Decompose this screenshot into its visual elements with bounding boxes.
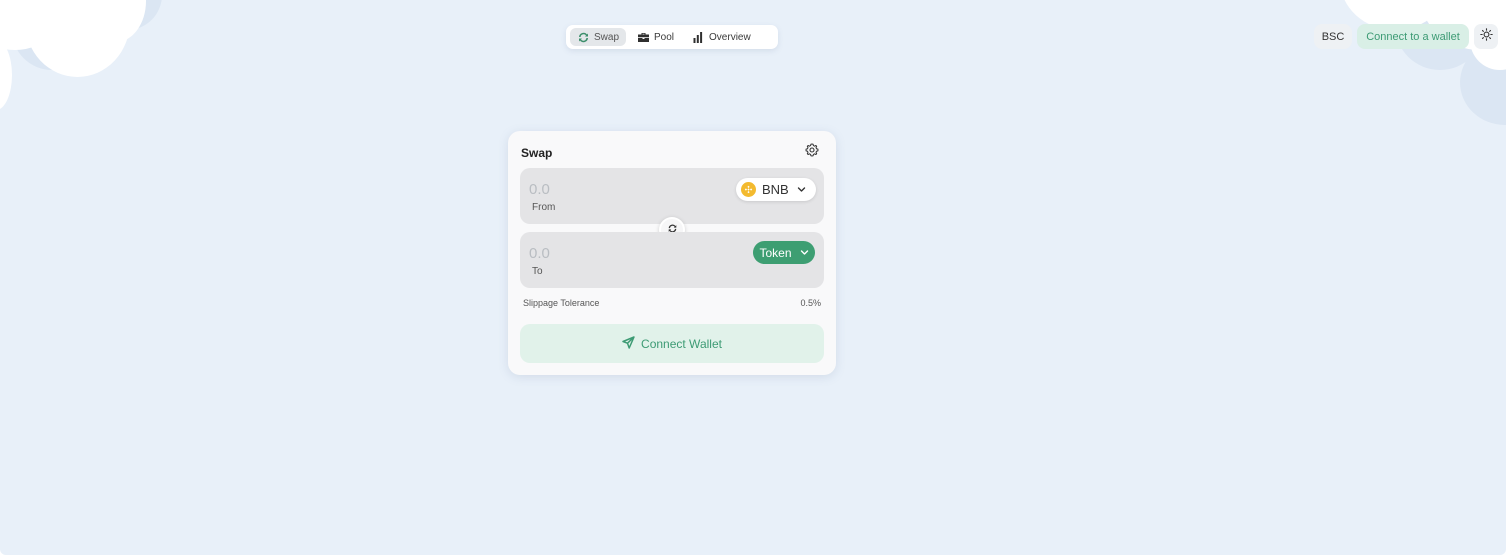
- sun-icon: [1479, 27, 1493, 46]
- settings-button[interactable]: [805, 143, 819, 162]
- from-token-symbol: BNB: [762, 182, 789, 197]
- nav-tab-swap[interactable]: Swap: [570, 28, 627, 46]
- nav-tab-overview[interactable]: Overview: [685, 28, 758, 46]
- nav-tab-pool[interactable]: Pool: [630, 28, 681, 46]
- to-token-label: Token: [759, 245, 792, 260]
- nav-tab-label: Overview: [709, 31, 751, 43]
- chevron-down-icon: [797, 185, 806, 194]
- swap-card-title: Swap: [521, 146, 553, 160]
- to-token-panel: 0.0 To Token: [520, 232, 824, 288]
- briefcase-icon: [637, 32, 650, 43]
- connect-wallet-label: Connect Wallet: [641, 336, 722, 351]
- network-button[interactable]: BSC: [1314, 24, 1352, 49]
- to-token-select[interactable]: Token: [753, 241, 815, 264]
- cloud-decoration: [0, 40, 12, 110]
- bnb-coin-icon: [741, 182, 756, 197]
- nav-tab-label: Pool: [654, 31, 675, 43]
- chevron-down-icon: [800, 248, 809, 257]
- send-arrow-icon: [622, 335, 635, 352]
- from-token-panel: 0.0 From BNB: [520, 168, 824, 224]
- nav-tab-label: Swap: [594, 31, 620, 43]
- gear-icon: [805, 143, 819, 162]
- slippage-label: Slippage Tolerance: [523, 298, 600, 308]
- connect-wallet-button[interactable]: Connect Wallet: [520, 324, 824, 363]
- app-background: Swap Pool Overview BSC Connect to a wall…: [0, 0, 1506, 555]
- bar-chart-icon: [692, 31, 705, 43]
- slippage-value[interactable]: 0.5%: [800, 298, 821, 308]
- top-nav: Swap Pool Overview: [566, 25, 778, 49]
- from-token-select[interactable]: BNB: [736, 178, 816, 201]
- to-label: To: [532, 266, 543, 277]
- from-label: From: [532, 202, 556, 213]
- theme-toggle-button[interactable]: [1474, 24, 1498, 49]
- swap-arrows-icon: [577, 32, 590, 43]
- swap-card: Swap 0.0 From BNB 0.0 To Token Slippage …: [508, 131, 836, 375]
- to-amount-input[interactable]: 0.0: [529, 245, 550, 262]
- connect-wallet-header-button[interactable]: Connect to a wallet: [1357, 24, 1469, 49]
- from-amount-input[interactable]: 0.0: [529, 181, 550, 198]
